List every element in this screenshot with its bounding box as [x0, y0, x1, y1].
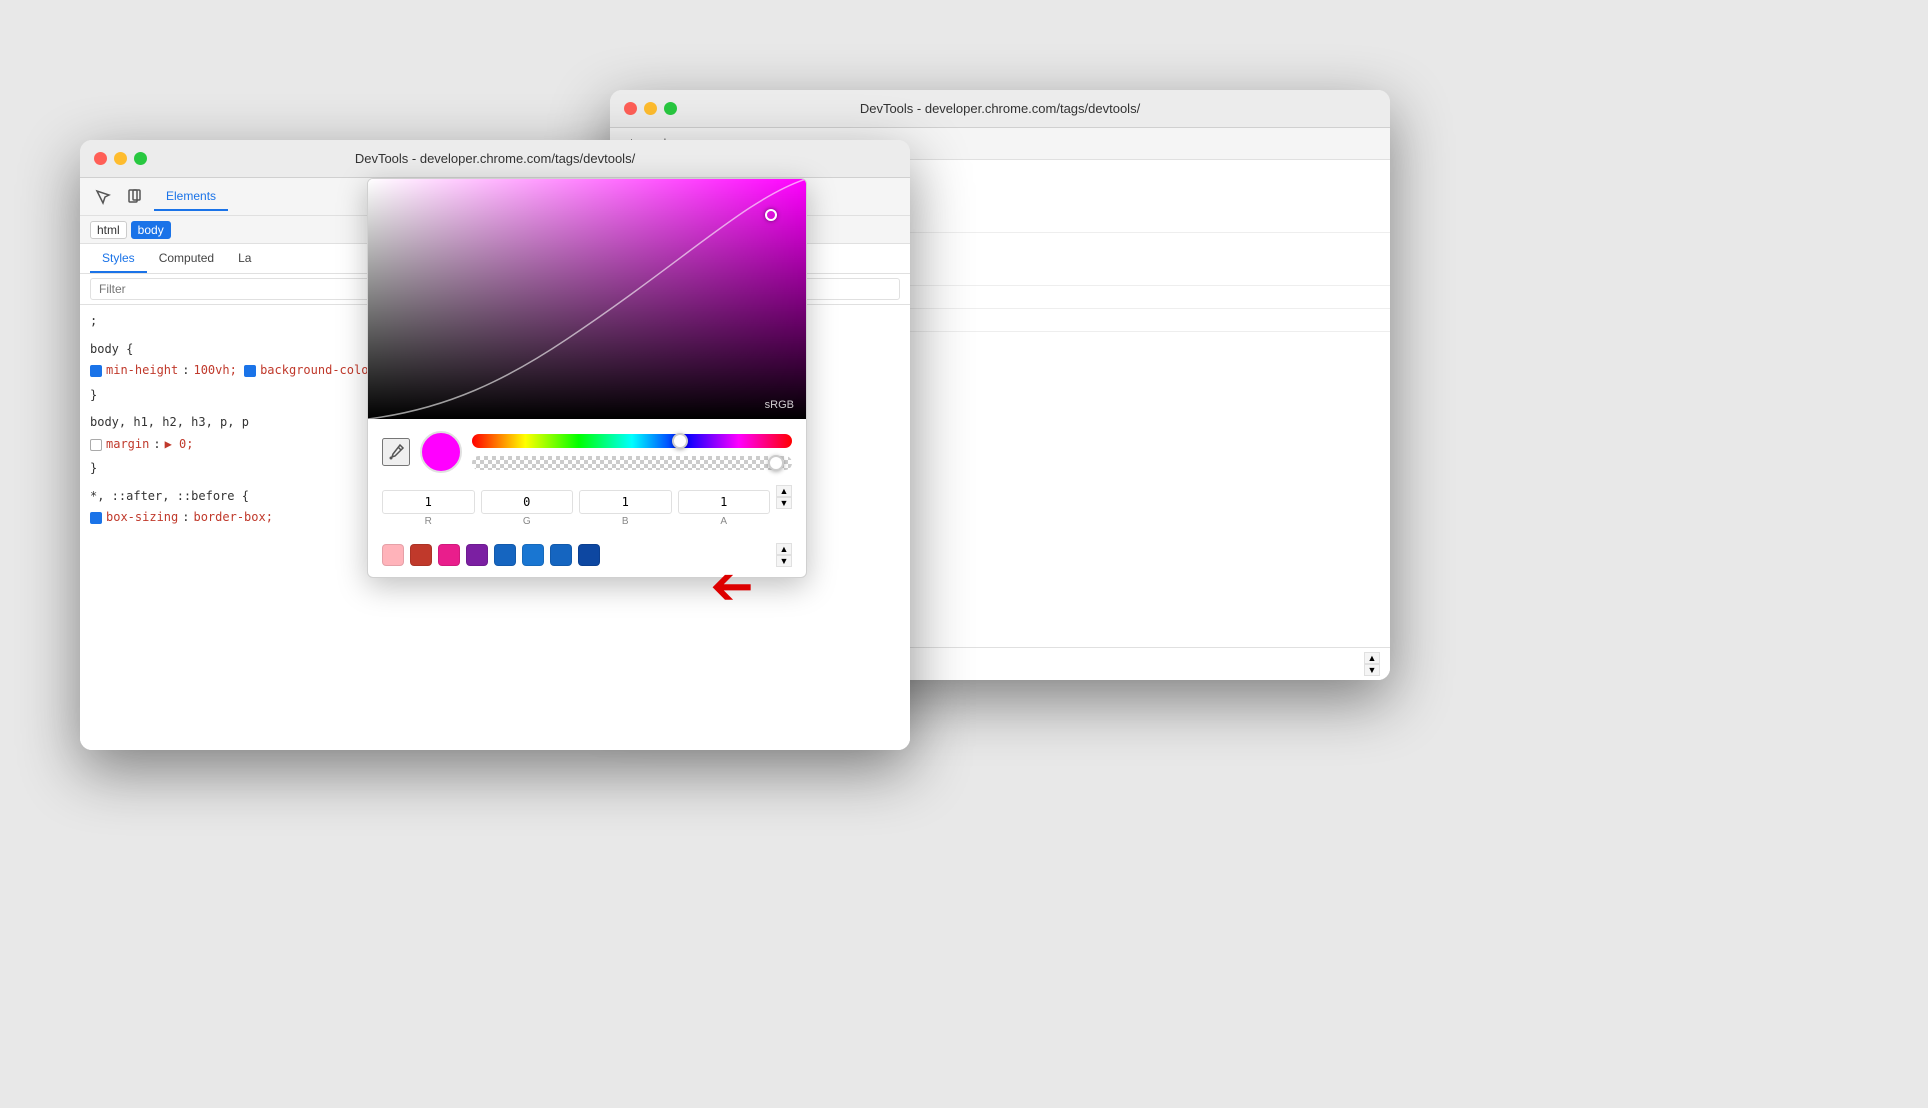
cp-input-group-b: B: [579, 490, 672, 527]
tab-elements[interactable]: Elements: [154, 182, 228, 211]
swatch-step-down[interactable]: ▼: [776, 555, 792, 567]
sub-tab-styles[interactable]: Styles: [90, 244, 147, 273]
maximize-button-back[interactable]: [664, 102, 677, 115]
cp-step-down[interactable]: ▼: [776, 497, 792, 509]
traffic-lights-front: [94, 152, 147, 165]
color-picker-popup: sRGB R G: [367, 178, 807, 578]
swatch-2[interactable]: [438, 544, 460, 566]
hue-thumb[interactable]: [672, 433, 688, 449]
device-icon-btn[interactable]: [122, 184, 148, 210]
css-prop-margin: margin : ▶ 0;: [90, 434, 194, 456]
window-title-back: DevTools - developer.chrome.com/tags/dev…: [860, 101, 1140, 116]
gamut-curve: [368, 179, 806, 419]
close-button-back[interactable]: [624, 102, 637, 115]
cp-input-r[interactable]: [382, 490, 475, 514]
cp-input-b[interactable]: [579, 490, 672, 514]
checkbox-box-sizing[interactable]: [90, 512, 102, 524]
cp-label-g: G: [523, 516, 531, 527]
cp-controls: [368, 419, 806, 485]
css-prop-box-sizing: box-sizing : border-box;: [90, 507, 273, 529]
minimize-button-front[interactable]: [114, 152, 127, 165]
eyedropper-button[interactable]: [382, 438, 410, 466]
color-canvas[interactable]: sRGB: [368, 179, 806, 419]
maximize-button-front[interactable]: [134, 152, 147, 165]
cp-step-up[interactable]: ▲: [776, 485, 792, 497]
cp-input-group-g: G: [481, 490, 574, 527]
alpha-thumb[interactable]: [768, 455, 784, 471]
close-button-front[interactable]: [94, 152, 107, 165]
cp-label-a: A: [720, 516, 727, 527]
cp-label-b: B: [622, 516, 629, 527]
swatch-0[interactable]: [382, 544, 404, 566]
checkbox-bg-color[interactable]: [244, 365, 256, 377]
back-swatch-stepper: ▲ ▼: [1364, 652, 1380, 676]
canvas-handle[interactable]: [765, 209, 777, 221]
checkbox-min-height[interactable]: [90, 365, 102, 377]
cp-stepper: ▲ ▼: [776, 485, 792, 509]
swatch-6[interactable]: [550, 544, 572, 566]
swatch-7[interactable]: [578, 544, 600, 566]
swatch-stepper: ▲ ▼: [776, 543, 792, 567]
css-prop-min-height: min-height : 100vh;: [90, 360, 237, 382]
breadcrumb-html[interactable]: html: [90, 221, 127, 239]
color-preview-circle: [420, 431, 462, 473]
inspect-icon-btn[interactable]: [90, 184, 116, 210]
minimize-button-back[interactable]: [644, 102, 657, 115]
back-swatch-up[interactable]: ▲: [1364, 652, 1380, 664]
breadcrumb-body[interactable]: body: [131, 221, 171, 239]
srgb-label: sRGB: [765, 399, 794, 411]
back-swatch-down[interactable]: ▼: [1364, 664, 1380, 676]
cp-label-r: R: [425, 516, 432, 527]
swatch-1[interactable]: [410, 544, 432, 566]
cp-input-group-r: R: [382, 490, 475, 527]
cp-input-g[interactable]: [481, 490, 574, 514]
alpha-slider[interactable]: [472, 456, 792, 470]
swatch-step-up[interactable]: ▲: [776, 543, 792, 555]
sub-tab-la[interactable]: La: [226, 244, 263, 273]
cp-sliders: [472, 434, 792, 470]
titlebar-back: DevTools - developer.chrome.com/tags/dev…: [610, 90, 1390, 128]
window-title-front: DevTools - developer.chrome.com/tags/dev…: [355, 151, 635, 166]
checkbox-margin[interactable]: [90, 439, 102, 451]
swatch-3[interactable]: [466, 544, 488, 566]
swatch-4[interactable]: [494, 544, 516, 566]
cp-inputs: R G B A ▲ ▼: [368, 485, 806, 537]
traffic-lights-back: [624, 102, 677, 115]
sub-tab-computed[interactable]: Computed: [147, 244, 226, 273]
swatch-5[interactable]: [522, 544, 544, 566]
cp-swatches: ▲ ▼: [368, 537, 806, 577]
cp-input-a[interactable]: [678, 490, 771, 514]
hue-slider[interactable]: [472, 434, 792, 448]
cp-input-group-a: A: [678, 490, 771, 527]
titlebar-front: DevTools - developer.chrome.com/tags/dev…: [80, 140, 910, 178]
